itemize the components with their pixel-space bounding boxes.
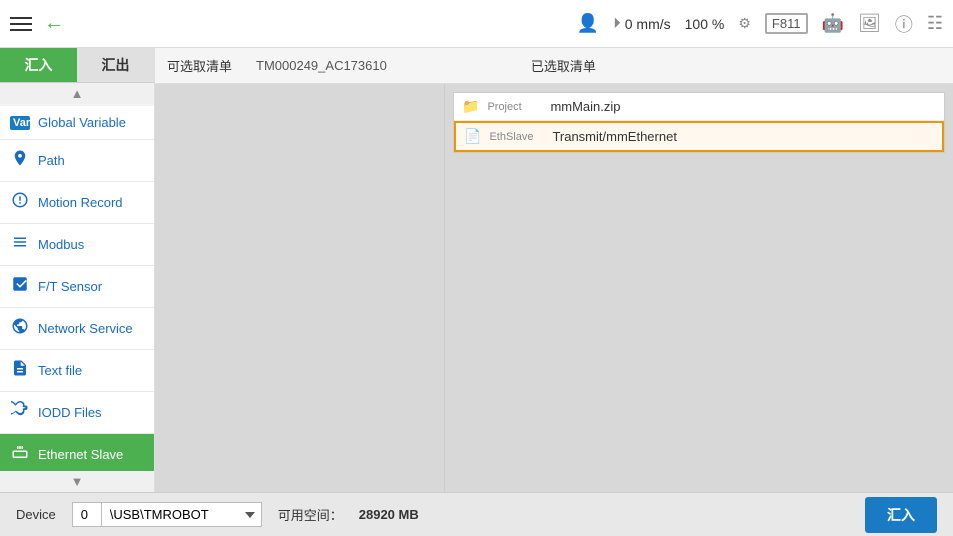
project-file-icon: 📁 [462, 98, 479, 115]
device-number: 0 [72, 502, 102, 527]
bottom-bar: Device 0 \USB\TMROBOT 可用空间： 28920 MB 汇入 [0, 492, 953, 536]
sidebar-item-global-variable[interactable]: Var Global Variable [0, 106, 154, 140]
monitor-icon[interactable]: 🖼 [858, 13, 881, 34]
ft-icon [10, 275, 30, 298]
content-area: 可选取清单 TM000249_AC173610 已选取清单 📁 Project … [155, 48, 953, 492]
device-label: Device [16, 507, 56, 522]
sidebar-item-network-service[interactable]: Network Service [0, 308, 154, 350]
sidebar-item-ethernet-slave[interactable]: Ethernet Slave [0, 434, 154, 471]
space-value: 28920 MB [359, 507, 419, 522]
device-id-label: TM000249_AC173610 [256, 58, 387, 73]
sidebar-label-text-file: Text file [38, 363, 82, 378]
selected-list-label: 已选取清单 [531, 56, 596, 75]
ethernet-icon [10, 443, 30, 466]
sidebar-items: Var Global Variable Path Motion Record [0, 104, 154, 471]
scroll-down-arrow[interactable]: ▼ [0, 471, 154, 492]
device-select-wrapper: 0 \USB\TMROBOT [72, 502, 262, 527]
space-label: 可用空间： [278, 505, 343, 524]
modbus-icon [10, 233, 30, 256]
file-row-project[interactable]: 📁 Project mmMain.zip [454, 93, 944, 121]
path-icon [10, 149, 30, 172]
sidebar-item-motion-record[interactable]: Motion Record [0, 182, 154, 224]
iodd-icon [10, 401, 30, 424]
person-icon: 👤 [577, 13, 599, 34]
text-file-icon [10, 359, 30, 382]
left-panel [155, 84, 445, 492]
project-file-value: mmMain.zip [550, 99, 620, 114]
sidebar-label-iodd-files: IODD Files [38, 405, 102, 420]
sidebar-label-ethernet-slave: Ethernet Slave [38, 447, 123, 462]
sidebar-label-ft-sensor: F/T Sensor [38, 279, 102, 294]
menu-icon[interactable] [10, 17, 32, 31]
sidebar-item-text-file[interactable]: Text file [0, 350, 154, 392]
device-path-select[interactable]: \USB\TMROBOT [102, 502, 262, 527]
sidebar-item-modbus[interactable]: Modbus [0, 224, 154, 266]
tab-export[interactable]: 汇出 [77, 48, 154, 82]
sidebar: 汇入 汇出 ▲ Var Global Variable Path Motion … [0, 48, 155, 492]
scroll-up-arrow[interactable]: ▲ [0, 83, 154, 104]
motion-icon [10, 191, 30, 214]
main-layout: 汇入 汇出 ▲ Var Global Variable Path Motion … [0, 48, 953, 492]
tab-import[interactable]: 汇入 [0, 48, 77, 82]
sidebar-label-network-service: Network Service [38, 321, 133, 336]
project-type-label: Project [487, 101, 542, 113]
top-bar: ← 👤 ⏵ 0 mm/s 100 % ⚙ F811 🤖 🖼 ⓘ ☷ [0, 0, 953, 48]
sidebar-item-path[interactable]: Path [0, 140, 154, 182]
network-icon [10, 317, 30, 340]
var-icon: Var [10, 116, 30, 130]
ethslave-file-value: Transmit/mmEthernet [552, 129, 677, 144]
right-panel: 📁 Project mmMain.zip 📄 EthSlave Transmit… [445, 84, 953, 492]
back-button[interactable]: ← [44, 12, 64, 35]
eth-file-icon: 📄 [464, 128, 481, 145]
sidebar-item-iodd-files[interactable]: IODD Files [0, 392, 154, 434]
robot-arm-icon[interactable]: 🤖 [822, 13, 844, 34]
sidebar-label-path: Path [38, 153, 65, 168]
settings-icon: ⚙ [738, 15, 751, 32]
info-icon[interactable]: ⓘ [895, 11, 913, 37]
sidebar-tabs: 汇入 汇出 [0, 48, 154, 83]
sidebar-item-ft-sensor[interactable]: F/T Sensor [0, 266, 154, 308]
sidebar-label-motion-record: Motion Record [38, 195, 123, 210]
import-button[interactable]: 汇入 [865, 497, 937, 533]
panels: 📁 Project mmMain.zip 📄 EthSlave Transmit… [155, 84, 953, 492]
sidebar-label-modbus: Modbus [38, 237, 84, 252]
speed-display: ⏵ 0 mm/s [613, 15, 670, 32]
list-icon[interactable]: ☷ [927, 13, 943, 34]
content-header: 可选取清单 TM000249_AC173610 已选取清单 [155, 48, 953, 84]
ethslave-type-label: EthSlave [489, 131, 544, 143]
available-list-label: 可选取清单 [167, 56, 232, 75]
sidebar-label-global-variable: Global Variable [38, 115, 126, 130]
f811-badge: F811 [765, 13, 808, 34]
file-row-ethslave[interactable]: 📄 EthSlave Transmit/mmEthernet [454, 121, 944, 152]
percent-display: 100 % [685, 16, 725, 32]
file-list: 📁 Project mmMain.zip 📄 EthSlave Transmit… [453, 92, 945, 153]
